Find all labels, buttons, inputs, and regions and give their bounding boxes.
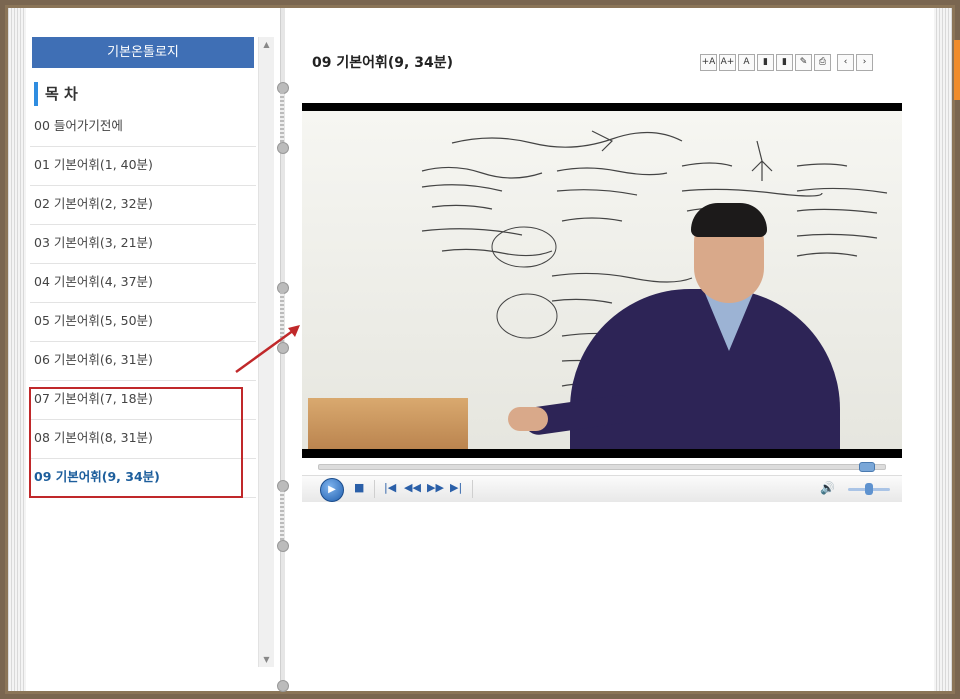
page-toolbar: +A A+ A ▮ ▮ ✎ ⎙ ‹ › xyxy=(700,54,873,71)
toc-item[interactable]: 06 기본어휘(6, 31분) xyxy=(30,342,256,381)
next-track-icon[interactable]: ▶| xyxy=(450,481,462,494)
binder-ring xyxy=(277,142,289,154)
scroll-up-icon[interactable]: ▲ xyxy=(259,37,274,52)
binder-spring xyxy=(280,92,284,142)
toc-item[interactable]: 00 들어가기전에 xyxy=(30,108,256,147)
volume-handle[interactable] xyxy=(865,483,873,495)
font-default-icon[interactable]: A xyxy=(738,54,755,71)
left-page-edges xyxy=(8,8,26,691)
lecture-desk xyxy=(308,398,468,449)
control-divider xyxy=(374,480,375,498)
toc-item[interactable]: 05 기본어휘(5, 50분) xyxy=(30,303,256,342)
course-title-bar: 기본온톨로지 xyxy=(32,37,254,68)
toc-item[interactable]: 04 기본어휘(4, 37분) xyxy=(30,264,256,303)
play-icon[interactable]: ▶ xyxy=(320,478,344,502)
binder-ring xyxy=(277,540,289,552)
video-frame xyxy=(302,111,902,449)
right-page-edges xyxy=(934,8,952,691)
lecturer-hair xyxy=(691,203,767,237)
seek-bar[interactable] xyxy=(318,464,886,470)
player-controls: ▶ ■ |◀ ◀◀ ▶▶ ▶| 🔊 xyxy=(302,475,902,502)
font-increase-icon[interactable]: +A xyxy=(700,54,717,71)
bookmark-list-icon[interactable]: ▮ xyxy=(776,54,793,71)
binder-ring xyxy=(277,680,289,692)
annotation-highlight-box xyxy=(29,387,243,498)
next-page-icon[interactable]: › xyxy=(856,54,873,71)
rewind-icon[interactable]: ◀◀ xyxy=(404,481,421,494)
toc-heading: 목 차 xyxy=(34,82,245,106)
stop-icon[interactable]: ■ xyxy=(354,481,364,494)
fast-forward-icon[interactable]: ▶▶ xyxy=(427,481,444,494)
memo-icon[interactable]: ✎ xyxy=(795,54,812,71)
bookmark-icon[interactable]: ▮ xyxy=(757,54,774,71)
print-icon[interactable]: ⎙ xyxy=(814,54,831,71)
toc-item[interactable]: 03 기본어휘(3, 21분) xyxy=(30,225,256,264)
lecturer-hand xyxy=(508,407,548,431)
volume-icon[interactable]: 🔊 xyxy=(820,481,835,495)
side-tab[interactable] xyxy=(954,40,960,100)
video-player-screen[interactable] xyxy=(302,103,902,458)
binder-spring xyxy=(280,490,284,540)
toc-item[interactable]: 02 기본어휘(2, 32분) xyxy=(30,186,256,225)
font-larger-icon[interactable]: A+ xyxy=(719,54,736,71)
seek-handle[interactable] xyxy=(859,462,876,472)
toc-item[interactable]: 01 기본어휘(1, 40분) xyxy=(30,147,256,186)
control-divider xyxy=(472,480,473,498)
previous-track-icon[interactable]: |◀ xyxy=(384,481,396,494)
annotation-arrow-icon xyxy=(235,325,300,374)
prev-page-icon[interactable]: ‹ xyxy=(837,54,854,71)
page-title: 09 기본어휘(9, 34분) xyxy=(312,55,453,71)
scroll-down-icon[interactable]: ▼ xyxy=(259,652,274,667)
